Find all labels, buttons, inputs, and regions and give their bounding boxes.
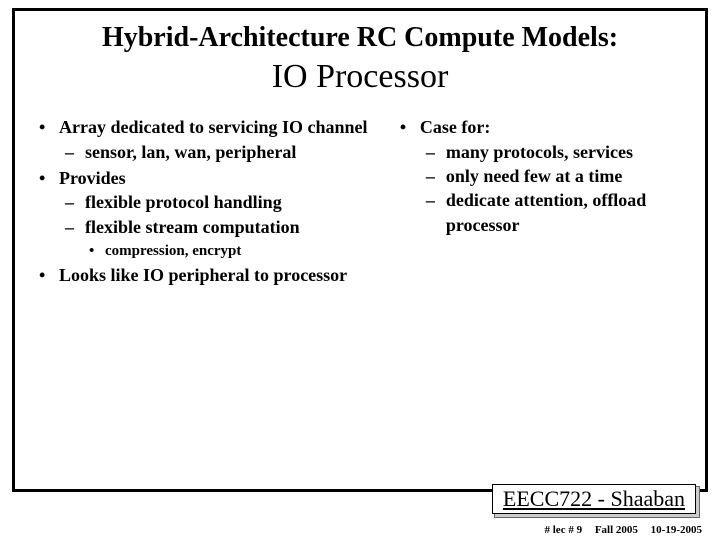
bullet-list-right: Case for: many protocols, services only … bbox=[392, 115, 689, 236]
dash-text: flexible stream computation bbox=[85, 217, 300, 237]
list-item: flexible protocol handling bbox=[59, 190, 380, 214]
footer-course-inner: EECC722 - Shaaban bbox=[492, 484, 696, 514]
list-item: many protocols, services bbox=[420, 140, 689, 164]
list-item: Looks like IO peripheral to processor bbox=[31, 263, 380, 287]
slide-frame: Hybrid-Architecture RC Compute Models: I… bbox=[12, 8, 708, 492]
subdot-text: compression, encrypt bbox=[105, 243, 241, 259]
bullet-text: Looks like IO peripheral to processor bbox=[59, 265, 347, 285]
dash-text: flexible protocol handling bbox=[85, 192, 282, 212]
footer-date: 10-19-2005 bbox=[651, 524, 702, 536]
bullet-text: Case for: bbox=[420, 117, 490, 137]
dash-text: sensor, lan, wan, peripheral bbox=[85, 142, 296, 162]
footer-term: Fall 2005 bbox=[595, 524, 638, 536]
title-line-1: Hybrid-Architecture RC Compute Models: bbox=[31, 21, 689, 55]
list-item: flexible stream computation compression,… bbox=[59, 215, 380, 262]
title-line-2: IO Processor bbox=[31, 57, 689, 98]
footer-meta: # lec # 9 Fall 2005 10-19-2005 bbox=[535, 524, 703, 536]
bullet-text: Provides bbox=[59, 168, 126, 188]
list-item: Provides flexible protocol handling flex… bbox=[31, 166, 380, 261]
content-columns: Array dedicated to servicing IO channel … bbox=[31, 115, 689, 289]
footer-course-text: EECC722 - Shaaban bbox=[503, 486, 685, 511]
right-column: Case for: many protocols, services only … bbox=[392, 115, 689, 289]
dash-text: only need few at a time bbox=[446, 166, 622, 186]
dash-text: dedicate attention, offload processor bbox=[446, 190, 646, 234]
list-item: dedicate attention, offload processor bbox=[420, 188, 689, 237]
slide-title: Hybrid-Architecture RC Compute Models: I… bbox=[31, 21, 689, 97]
list-item: only need few at a time bbox=[420, 164, 689, 188]
bullet-list-left: Array dedicated to servicing IO channel … bbox=[31, 115, 380, 287]
list-item: Array dedicated to servicing IO channel … bbox=[31, 115, 380, 164]
dash-text: many protocols, services bbox=[446, 142, 633, 162]
left-column: Array dedicated to servicing IO channel … bbox=[31, 115, 380, 289]
list-item: compression, encrypt bbox=[85, 241, 380, 261]
bullet-text: Array dedicated to servicing IO channel bbox=[59, 117, 367, 137]
footer-course-box: EECC722 - Shaaban bbox=[494, 486, 700, 518]
footer-lecture: # lec # 9 bbox=[545, 524, 583, 536]
list-item: Case for: many protocols, services only … bbox=[392, 115, 689, 236]
list-item: sensor, lan, wan, peripheral bbox=[59, 140, 380, 164]
